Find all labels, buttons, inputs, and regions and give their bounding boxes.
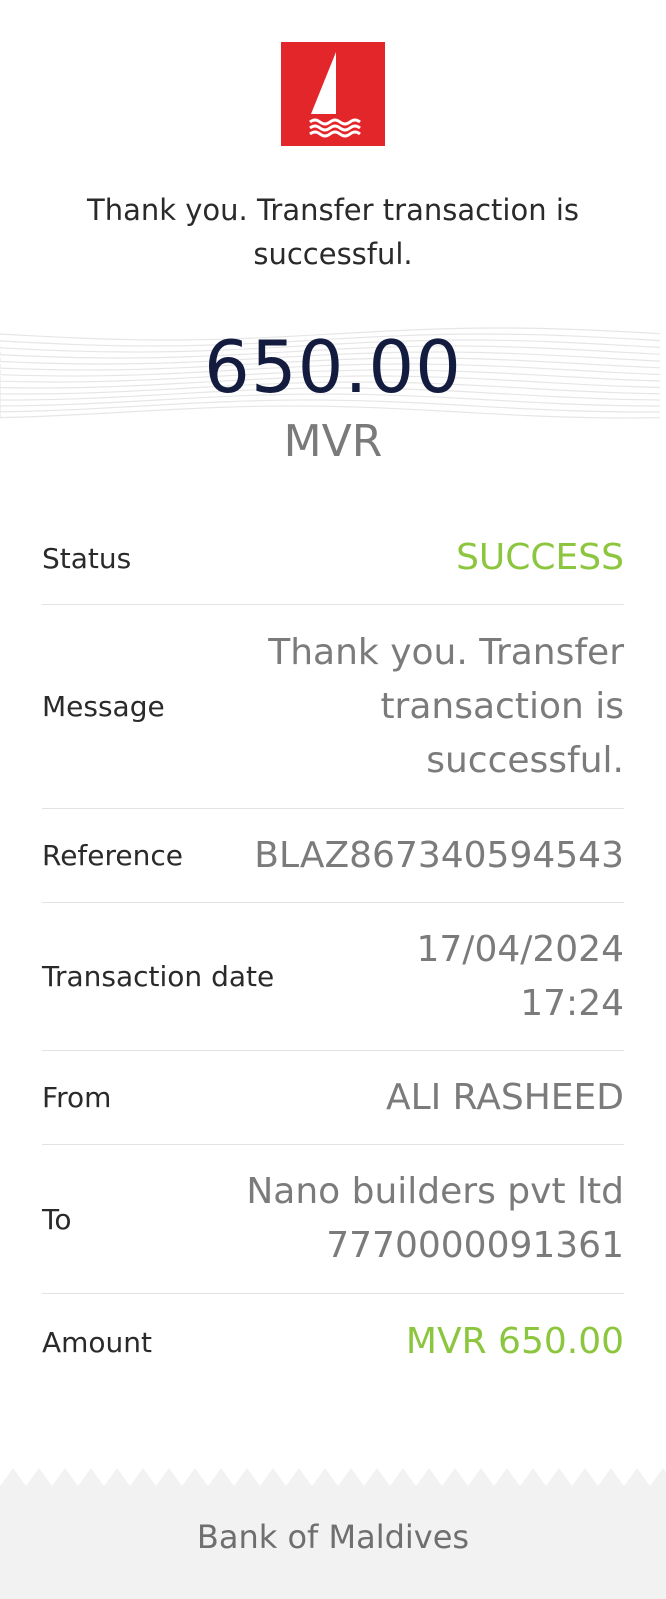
- to-account: 7770000091361: [326, 1225, 624, 1266]
- sailboat-logo-icon: [309, 52, 361, 138]
- status-label: Status: [42, 541, 132, 575]
- status-value: SUCCESS: [456, 537, 624, 578]
- message-label: Message: [42, 690, 165, 723]
- from-value: ALI RASHEED: [385, 1076, 624, 1118]
- message-value: Thank you. Transfer transaction is succe…: [268, 631, 624, 781]
- to-row: To Nano builders pvt ltd 7770000091361: [42, 1145, 624, 1294]
- transaction-details: Status SUCCESS Message Thank you. Transf…: [42, 512, 624, 1390]
- transaction-date-value: 17/04/2024 17:24: [417, 923, 625, 1031]
- transaction-time: 17:24: [520, 982, 624, 1024]
- amount-value: MVR 650.00: [405, 1321, 624, 1362]
- transaction-date-label: Transaction date: [42, 960, 275, 993]
- transfer-currency: MVR: [283, 416, 383, 467]
- to-value: Nano builders pvt ltd 7770000091361: [246, 1165, 624, 1273]
- reference-value: BLAZ867340594543: [254, 834, 624, 876]
- footer: Bank of Maldives: [0, 1468, 666, 1599]
- transfer-amount: 650.00: [204, 325, 462, 409]
- status-row: Status SUCCESS: [42, 512, 624, 605]
- bank-name: Bank of Maldives: [196, 1518, 470, 1556]
- to-name: Nano builders pvt ltd: [246, 1171, 624, 1212]
- message-row: Message Thank you. Transfer transaction …: [42, 605, 624, 809]
- reference-label: Reference: [42, 839, 183, 872]
- bank-logo: [281, 42, 385, 146]
- transaction-date-row: Transaction date 17/04/2024 17:24: [42, 903, 624, 1051]
- from-label: From: [42, 1081, 112, 1114]
- transaction-date: 17/04/2024: [416, 928, 625, 970]
- amount-row: Amount MVR 650.00: [42, 1294, 624, 1390]
- success-headline: Thank you. Transfer transaction is succe…: [86, 193, 579, 271]
- from-row: From ALI RASHEED: [42, 1051, 624, 1145]
- reference-row: Reference BLAZ867340594543: [42, 809, 624, 903]
- to-label: To: [42, 1202, 72, 1236]
- amount-label: Amount: [42, 1325, 153, 1359]
